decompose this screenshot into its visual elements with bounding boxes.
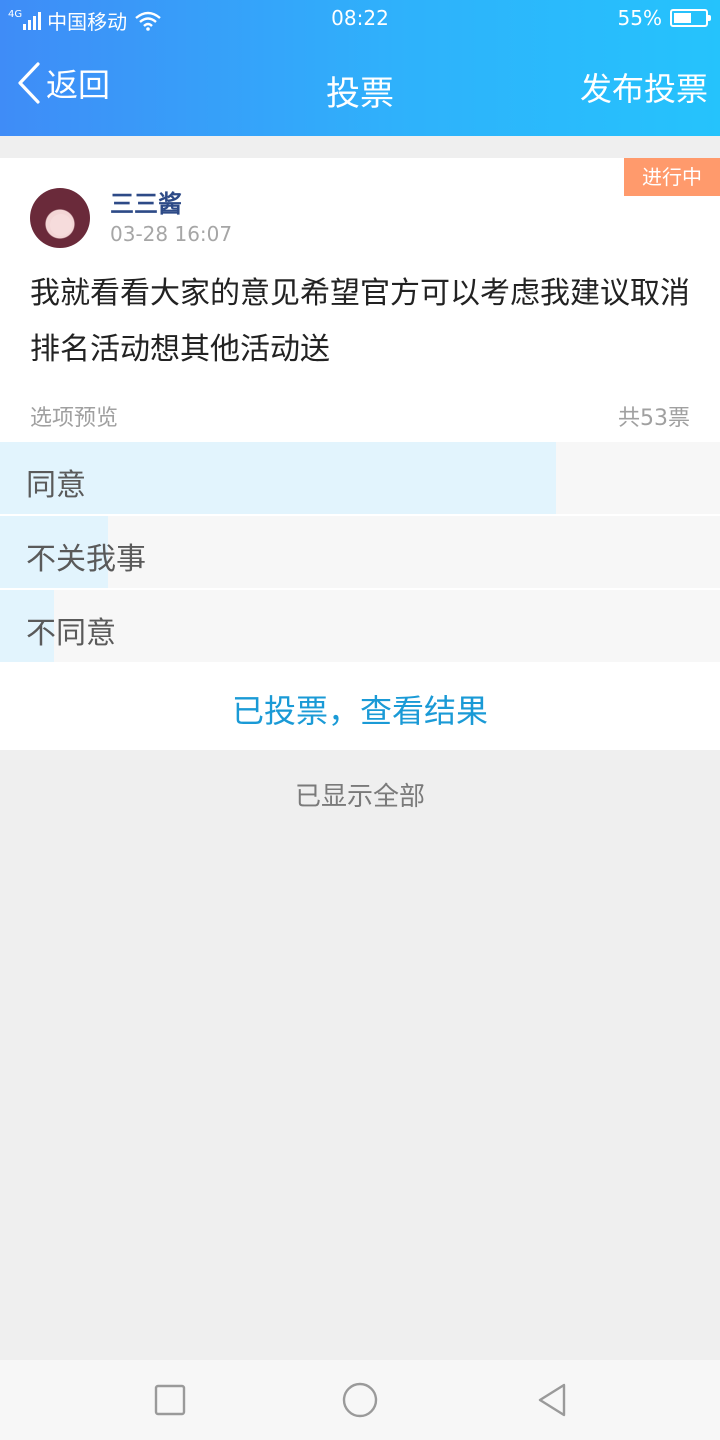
status-time: 08:22 <box>331 6 389 30</box>
triangle-back-icon <box>538 1383 566 1417</box>
battery-fill <box>674 13 691 23</box>
option-label: 不关我事 <box>26 542 146 577</box>
publish-vote-button[interactable]: 发布投票 <box>580 64 708 110</box>
vote-option[interactable]: 不同意 <box>0 590 720 662</box>
option-label: 不同意 <box>26 616 116 651</box>
vote-options: 同意 不关我事 不同意 <box>0 442 720 664</box>
nav-bar: 返回 投票 发布投票 <box>0 38 720 136</box>
header: 4G 中国移动 08:22 55% 返回 投票 发布投票 <box>0 0 720 136</box>
option-label: 同意 <box>26 468 86 503</box>
circle-icon <box>342 1382 378 1418</box>
options-label: 选项预览 <box>30 406 119 431</box>
battery-percent: 55% <box>617 6 662 30</box>
vote-card: 进行中 三三酱 03-28 16:07 我就看看大家的意见希望官方可以考虑我建议… <box>0 158 720 750</box>
total-votes: 共53票 <box>618 406 690 431</box>
status-badge: 进行中 <box>618 158 720 196</box>
avatar[interactable] <box>30 188 90 248</box>
square-icon <box>154 1384 186 1416</box>
vote-option[interactable]: 同意 <box>0 442 720 514</box>
recent-apps-button[interactable] <box>152 1382 188 1418</box>
view-results-link[interactable]: 已投票，查看结果 <box>0 686 720 732</box>
home-button[interactable] <box>342 1382 378 1418</box>
system-nav-bar <box>0 1360 720 1440</box>
status-right: 55% <box>617 6 711 30</box>
back-nav-button[interactable] <box>534 1382 570 1418</box>
end-of-list-text: 已显示全部 <box>294 782 425 812</box>
battery-icon <box>670 9 711 27</box>
status-bar: 4G 中国移动 08:22 55% <box>0 0 720 38</box>
vote-option[interactable]: 不关我事 <box>0 516 720 588</box>
post-content: 我就看看大家的意见希望官方可以考虑我建议取消排名活动想其他活动送 <box>30 276 690 367</box>
post-time: 03-28 16:07 <box>110 222 233 246</box>
username[interactable]: 三三酱 <box>110 184 182 219</box>
